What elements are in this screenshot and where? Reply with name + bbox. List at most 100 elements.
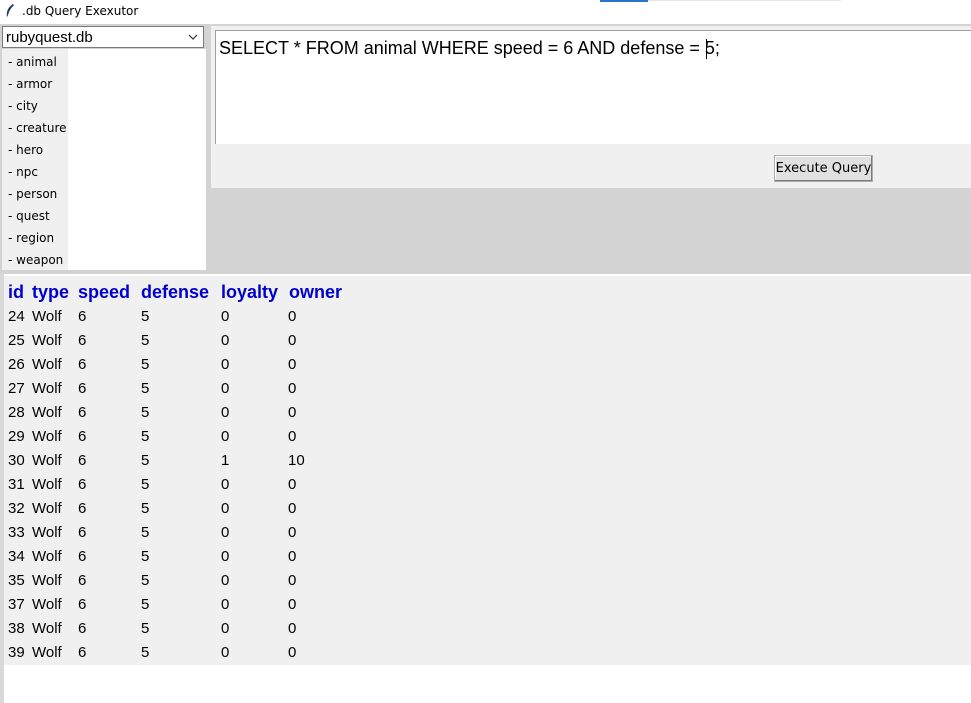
query-panel: SELECT * FROM animal WHERE speed = 6 AND… [211, 26, 971, 188]
table-cell-defense: 5 [141, 452, 150, 469]
table-cell-id: 25 [8, 332, 25, 349]
table-cell-id: 31 [8, 476, 25, 493]
table-list-item[interactable]: - animal [8, 55, 57, 69]
table-cell-type: Wolf [32, 500, 62, 517]
table-cell-owner: 0 [288, 380, 297, 397]
column-header-loyalty: loyalty [221, 282, 279, 302]
table-cell-defense: 5 [141, 572, 150, 589]
table-cell-type: Wolf [32, 548, 62, 565]
table-cell-loyalty: 0 [221, 476, 230, 493]
table-cell-type: Wolf [32, 524, 62, 541]
table-cell-loyalty: 0 [221, 596, 230, 613]
table-list-item[interactable]: - creature [8, 121, 67, 135]
table-cell-loyalty: 0 [221, 524, 230, 541]
execute-query-button[interactable]: Execute Query [774, 155, 873, 182]
title-accent-line-light [648, 0, 841, 1]
table-list[interactable]: - animal - armor - city - creature - hero - n… [2, 49, 206, 270]
table-cell-defense: 5 [141, 332, 150, 349]
table-cell-loyalty: 0 [221, 644, 230, 661]
table-list-item[interactable]: - npc [8, 165, 38, 179]
table-cell-speed: 6 [78, 356, 87, 373]
database-select-value: rubyquest.db [6, 29, 93, 46]
table-cell-defense: 5 [141, 500, 150, 517]
table-cell-id: 30 [8, 452, 25, 469]
table-list-item[interactable]: - region [8, 231, 54, 245]
table-cell-id: 39 [8, 644, 25, 661]
table-cell-owner: 0 [288, 620, 297, 637]
table-cell-speed: 6 [78, 596, 87, 613]
table-cell-owner: 0 [288, 404, 297, 421]
table-cell-loyalty: 0 [221, 620, 230, 637]
table-cell-owner: 0 [288, 428, 297, 445]
results-panel: id type speed defense loyalty owner 24 Wolf 6 5 0… [4, 276, 971, 665]
table-cell-type: Wolf [32, 476, 62, 493]
table-cell-type: Wolf [32, 572, 62, 589]
window-title: .db Query Exexutor [22, 4, 139, 18]
table-cell-speed: 6 [78, 308, 87, 325]
table-list-item[interactable]: - city [8, 99, 38, 113]
table-cell-loyalty: 0 [221, 308, 230, 325]
table-cell-speed: 6 [78, 500, 87, 517]
results-empty-area [4, 665, 971, 703]
text-caret [706, 39, 707, 59]
table-cell-loyalty: 0 [221, 404, 230, 421]
table-cell-type: Wolf [32, 356, 62, 373]
column-header-defense: defense [141, 282, 210, 302]
table-cell-speed: 6 [78, 644, 87, 661]
table-cell-defense: 5 [141, 308, 150, 325]
table-cell-owner: 0 [288, 596, 297, 613]
column-header-owner: owner [289, 282, 343, 302]
query-input[interactable]: SELECT * FROM animal WHERE speed = 6 AND… [215, 30, 971, 144]
table-cell-defense: 5 [141, 548, 150, 565]
table-cell-id: 32 [8, 500, 25, 517]
table-cell-id: 37 [8, 596, 25, 613]
table-cell-type: Wolf [32, 428, 62, 445]
table-list-item[interactable]: - weapon [8, 253, 63, 267]
table-cell-defense: 5 [141, 524, 150, 541]
table-cell-owner: 10 [288, 452, 305, 469]
table-cell-type: Wolf [32, 644, 62, 661]
table-cell-defense: 5 [141, 596, 150, 613]
query-executor-window: .db Query Exexutor rubyquest.db - animal… [0, 0, 971, 703]
table-cell-id: 27 [8, 380, 25, 397]
table-cell-speed: 6 [78, 380, 87, 397]
table-cell-owner: 0 [288, 644, 297, 661]
table-cell-owner: 0 [288, 308, 297, 325]
column-header-speed: speed [78, 282, 131, 302]
table-cell-speed: 6 [78, 428, 87, 445]
table-list-item[interactable]: - person [8, 187, 57, 201]
table-cell-defense: 5 [141, 620, 150, 637]
table-cell-loyalty: 0 [221, 500, 230, 517]
table-cell-loyalty: 1 [221, 452, 230, 469]
table-cell-defense: 5 [141, 380, 150, 397]
table-cell-owner: 0 [288, 572, 297, 589]
title-accent-line [600, 0, 648, 2]
table-cell-speed: 6 [78, 572, 87, 589]
table-cell-type: Wolf [32, 380, 62, 397]
title-bar[interactable]: .db Query Exexutor [0, 0, 971, 24]
table-cell-loyalty: 0 [221, 572, 230, 589]
table-cell-speed: 6 [78, 404, 87, 421]
table-cell-type: Wolf [32, 308, 62, 325]
table-cell-speed: 6 [78, 476, 87, 493]
table-cell-type: Wolf [32, 620, 62, 637]
chevron-down-icon[interactable] [187, 31, 199, 43]
table-cell-loyalty: 0 [221, 428, 230, 445]
table-cell-speed: 6 [78, 452, 87, 469]
table-cell-type: Wolf [32, 332, 62, 349]
table-list-item[interactable]: - quest [8, 209, 50, 223]
table-list-item[interactable]: - hero [8, 143, 43, 157]
table-cell-id: 29 [8, 428, 25, 445]
column-header-id: id [8, 282, 24, 302]
table-cell-defense: 5 [141, 476, 150, 493]
table-cell-speed: 6 [78, 524, 87, 541]
table-cell-speed: 6 [78, 620, 87, 637]
table-cell-id: 33 [8, 524, 25, 541]
table-cell-id: 34 [8, 548, 25, 565]
table-list-item[interactable]: - armor [8, 77, 52, 91]
table-cell-id: 26 [8, 356, 25, 373]
feather-icon [6, 4, 14, 19]
database-select[interactable]: rubyquest.db [2, 26, 204, 48]
table-cell-owner: 0 [288, 356, 297, 373]
table-cell-id: 35 [8, 572, 25, 589]
